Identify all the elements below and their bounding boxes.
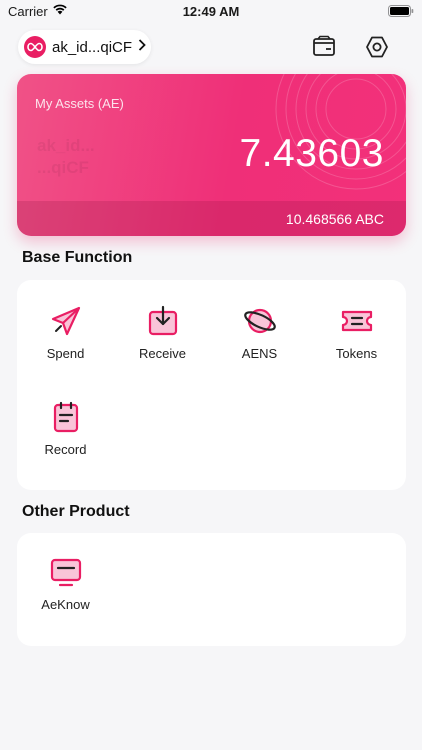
account-address: ak_id...qiCF: [52, 38, 133, 56]
receive-icon: [148, 305, 177, 336]
send-icon: [51, 306, 80, 336]
aeternity-logo-icon: [24, 36, 46, 58]
chevron-right-icon: [138, 38, 146, 56]
card-footer: 10.468566 ABC: [17, 201, 406, 236]
base-function-title: Base Function: [22, 249, 133, 266]
clock: 12:49 AM: [182, 4, 240, 19]
clipboard-icon: [53, 401, 78, 433]
assets-card[interactable]: My Assets (AE) ak_id... ...qiCF 7.43603 …: [17, 74, 406, 236]
ticket-icon: [341, 310, 372, 332]
account-selector[interactable]: ak_id...qiCF: [18, 30, 151, 64]
card-watermark-line1: ak_id...: [37, 136, 95, 155]
aens-button[interactable]: AENS: [211, 304, 308, 361]
aeknow-button[interactable]: AeKnow: [17, 555, 114, 612]
tokens-button[interactable]: Tokens: [308, 304, 405, 361]
spend-label: Spend: [46, 346, 85, 361]
monitor-icon: [50, 558, 81, 587]
assets-label: My Assets (AE): [35, 96, 124, 111]
base-function-panel: Spend Receive AENS Tokens Record: [17, 280, 406, 490]
wallet-icon[interactable]: [311, 34, 337, 60]
other-product-panel: AeKnow: [17, 533, 406, 646]
card-watermark-line2: ...qiCF: [37, 158, 89, 177]
record-button[interactable]: Record: [17, 400, 114, 457]
record-label: Record: [44, 442, 87, 457]
status-bar: Carrier 12:49 AM: [0, 0, 422, 22]
planet-icon: [243, 308, 276, 334]
settings-icon[interactable]: [364, 34, 390, 60]
spend-button[interactable]: Spend: [17, 304, 114, 361]
other-product-title: Other Product: [22, 503, 130, 520]
tokens-label: Tokens: [335, 346, 378, 361]
token-balance: 10.468566 ABC: [285, 211, 384, 227]
aeknow-label: AeKnow: [41, 597, 90, 612]
ae-balance: 7.43603: [239, 132, 384, 175]
aens-label: AENS: [241, 346, 278, 361]
receive-button[interactable]: Receive: [114, 304, 211, 361]
receive-label: Receive: [139, 346, 186, 361]
battery-icon: [388, 5, 414, 20]
